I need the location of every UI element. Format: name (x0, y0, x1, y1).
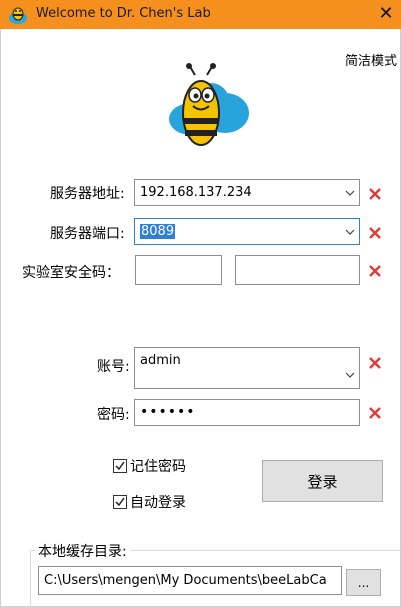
title-bar: Welcome to Dr. Chen's Lab ✕ (0, 0, 401, 29)
bee-logo-icon (169, 63, 249, 146)
checkbox-checked-icon[interactable] (113, 495, 127, 509)
clear-account-icon[interactable] (366, 354, 384, 372)
clear-lab-code-icon[interactable] (366, 262, 384, 280)
lab-code-label: 实验室安全码： (22, 265, 120, 281)
account-value[interactable]: admin (135, 348, 341, 368)
server-address-label: 服务器地址: (50, 186, 125, 202)
browse-button[interactable]: ... (346, 569, 381, 596)
cache-directory-title: 本地缓存目录: (35, 541, 130, 561)
auto-login-checkbox[interactable]: 自动登录 (113, 492, 186, 512)
server-port-value[interactable]: 8089 (135, 224, 341, 239)
password-input[interactable]: •••••• (134, 399, 360, 426)
account-label: 账号: (97, 359, 130, 375)
close-icon[interactable]: ✕ (375, 2, 397, 26)
server-address-combo[interactable]: 192.168.137.234 (134, 179, 360, 206)
chevron-down-icon[interactable] (341, 348, 359, 388)
server-address-value[interactable]: 192.168.137.234 (135, 185, 341, 200)
lab-code-input-1[interactable] (135, 255, 222, 285)
server-port-combo[interactable]: 8089 (134, 218, 360, 245)
password-label: 密码: (97, 407, 130, 423)
account-combo[interactable]: admin (134, 347, 360, 389)
clear-server-address-icon[interactable] (366, 185, 384, 203)
auto-login-label: 自动登录 (130, 495, 186, 511)
server-port-label: 服务器端口: (50, 226, 125, 242)
simple-mode-link[interactable]: 简洁模式 (345, 50, 397, 69)
lab-code-input-2[interactable] (235, 255, 360, 285)
bee-app-icon (9, 7, 27, 24)
chevron-down-icon[interactable] (341, 180, 359, 205)
remember-password-checkbox[interactable]: 记住密码 (113, 456, 186, 476)
server-port-selected-text: 8089 (140, 224, 176, 239)
checkbox-checked-icon[interactable] (113, 459, 127, 473)
login-button[interactable]: 登录 (262, 460, 383, 502)
clear-password-icon[interactable] (366, 404, 384, 422)
cache-path-input[interactable]: C:\Users\mengen\My Documents\beeLabCa (38, 566, 342, 595)
remember-password-label: 记住密码 (130, 459, 186, 475)
clear-server-port-icon[interactable] (366, 224, 384, 242)
window-title: Welcome to Dr. Chen's Lab (36, 6, 211, 21)
chevron-down-icon[interactable] (341, 219, 359, 244)
